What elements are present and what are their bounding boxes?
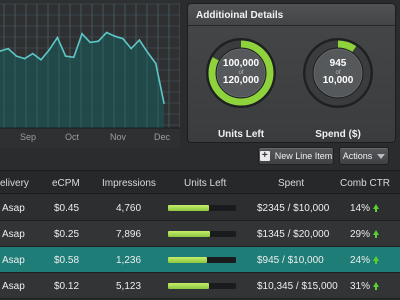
data-point xyxy=(122,37,124,40)
data-point xyxy=(105,31,108,34)
impressions-cell: 1,236 xyxy=(116,255,142,266)
units-left-bar xyxy=(168,283,236,289)
data-point xyxy=(56,36,59,39)
ecpm-cell: $0.25 xyxy=(54,229,80,240)
delivery-cell: Asap xyxy=(2,203,25,214)
units-left-bar-fill xyxy=(168,257,207,263)
new-line-item-button[interactable]: + New Line Item xyxy=(258,147,334,165)
data-point xyxy=(7,47,9,50)
units-left-bar xyxy=(168,205,236,211)
actions-label: Actions xyxy=(342,151,373,161)
data-point xyxy=(155,62,157,65)
data-point xyxy=(81,33,83,35)
delivery-cell: Asap xyxy=(2,255,25,266)
ctr-cell: 31% xyxy=(350,281,371,292)
table-row[interactable]: Asap $0.25 7,896 $1345 / $20,000 29% xyxy=(0,221,400,247)
units-left-bar xyxy=(168,231,236,237)
units-left-gauge: 100,000 of 120,000 xyxy=(205,37,277,109)
ecpm-cell: $0.12 xyxy=(54,281,80,292)
column-header-impressions[interactable]: Impressions xyxy=(102,178,156,189)
data-point xyxy=(146,51,149,54)
column-header-spent[interactable]: Spent xyxy=(278,178,304,189)
spend-total: 10,000 xyxy=(322,75,354,87)
impressions-cell: 7,896 xyxy=(116,229,142,240)
ctr-cell: 29% xyxy=(350,229,371,240)
area-chart xyxy=(0,3,180,129)
data-point xyxy=(15,55,18,57)
units-left-bar-fill xyxy=(168,283,209,289)
data-point xyxy=(130,47,132,50)
additional-details-panel: Additioinal Details 100,000 of 120,000 U… xyxy=(187,3,396,143)
spend-gauge: 945 of 10,000 xyxy=(302,37,374,109)
actions-button[interactable]: Actions xyxy=(339,147,389,165)
data-point xyxy=(32,52,34,55)
spent-cell: $10,345 / $15,000 xyxy=(257,281,338,292)
data-point xyxy=(23,57,26,60)
ecpm-cell: $0.45 xyxy=(54,203,80,214)
new-line-item-label: New Line Item xyxy=(274,151,333,161)
units-left-bar-fill xyxy=(168,205,209,211)
units-left-total: 120,000 xyxy=(222,75,260,87)
month-label-dec: Dec xyxy=(153,132,171,142)
data-point xyxy=(114,35,116,37)
impressions-cell: 4,760 xyxy=(116,203,142,214)
column-header-comb-ctr[interactable]: Comb CTR xyxy=(340,178,390,189)
area-fill xyxy=(0,32,164,128)
units-left-value: 100,000 xyxy=(222,58,260,70)
data-point xyxy=(89,41,91,44)
units-left-bar-fill xyxy=(168,231,210,237)
spent-cell: $1345 / $20,000 xyxy=(257,229,330,240)
table-row[interactable]: Asap $0.12 5,123 $10,345 / $15,000 31% xyxy=(0,273,400,299)
impressions-chart-panel: Sep Oct Nov Dec xyxy=(0,0,180,148)
units-left-bar xyxy=(168,257,236,263)
data-point xyxy=(138,39,141,41)
up-arrow-icon xyxy=(373,204,379,212)
data-point xyxy=(64,55,67,57)
ctr-cell: 14% xyxy=(350,203,371,214)
column-header-units-left[interactable]: Units Left xyxy=(184,178,226,189)
month-label-nov: Nov xyxy=(109,132,127,142)
table-row[interactable]: Asap $0.45 4,760 $2345 / $10,000 14% xyxy=(0,195,400,221)
delivery-cell: Asap xyxy=(2,281,25,292)
up-arrow-icon xyxy=(373,282,379,290)
column-header-ecpm[interactable]: eCPM xyxy=(52,178,80,189)
up-arrow-icon xyxy=(373,230,379,238)
data-point xyxy=(97,40,100,42)
ecpm-cell: $0.58 xyxy=(54,255,80,266)
spend-value: 945 xyxy=(329,58,347,70)
details-panel-title: Additioinal Details xyxy=(188,4,395,26)
column-header-delivery[interactable]: elivery xyxy=(0,178,29,189)
spent-cell: $945 / $10,000 xyxy=(257,255,324,266)
impressions-cell: 5,123 xyxy=(116,281,142,292)
table-row[interactable]: Asap $0.58 1,236 $945 / $10,000 24% xyxy=(0,247,400,273)
data-point xyxy=(40,59,42,61)
ctr-cell: 24% xyxy=(350,255,371,266)
caret-down-icon xyxy=(377,153,386,159)
data-point xyxy=(163,102,165,104)
plus-icon: + xyxy=(259,151,270,161)
spent-cell: $2345 / $10,000 xyxy=(257,203,330,214)
month-label-sep: Sep xyxy=(19,132,37,142)
month-label-oct: Oct xyxy=(64,132,80,142)
data-point xyxy=(73,56,75,59)
up-arrow-icon xyxy=(373,256,379,264)
data-point xyxy=(48,49,50,51)
spend-label: Spend ($) xyxy=(315,129,361,140)
units-left-label: Units Left xyxy=(217,129,265,140)
delivery-cell: Asap xyxy=(2,229,25,240)
table-header: elivery eCPM Impressions Units Left Spen… xyxy=(0,170,400,194)
